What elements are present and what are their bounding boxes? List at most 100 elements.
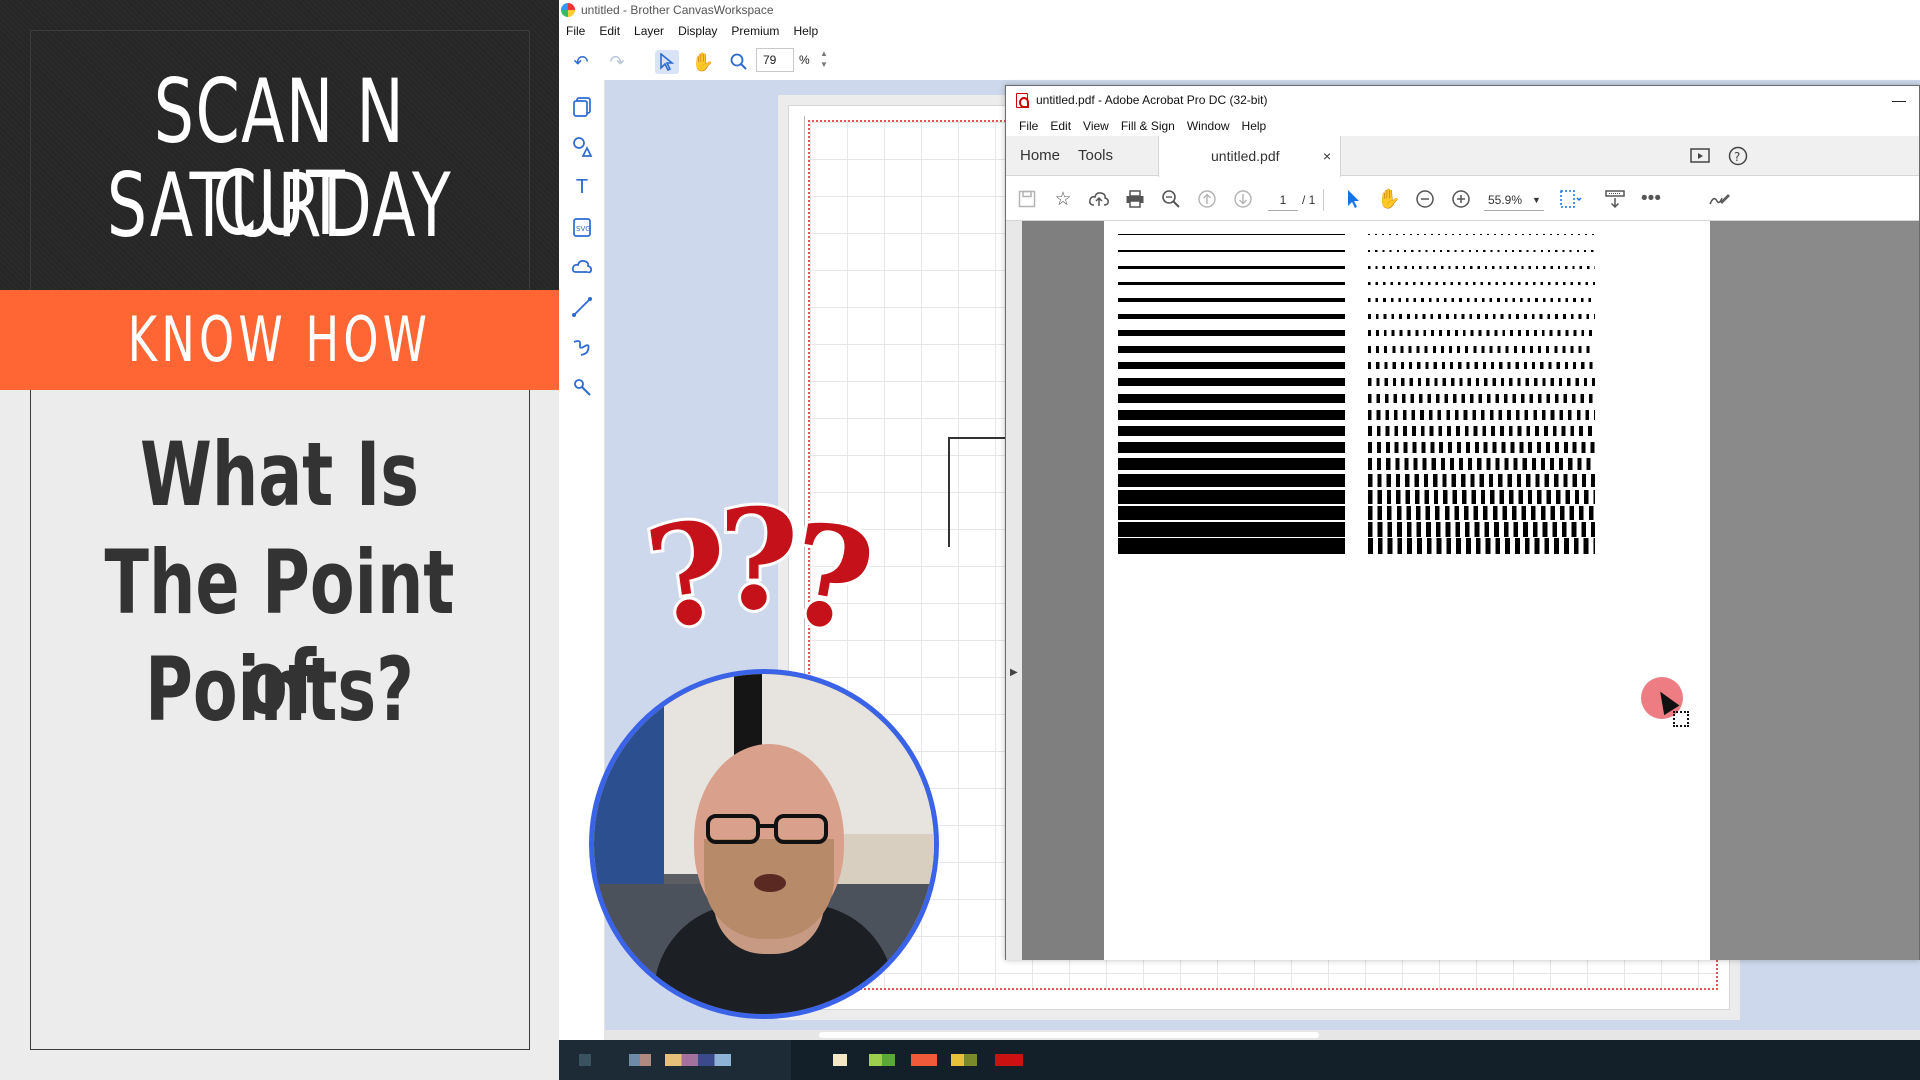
- promo-heading-line3: Points?: [145, 638, 414, 741]
- search-icon[interactable]: [1158, 187, 1184, 211]
- select-icon[interactable]: [655, 50, 679, 74]
- solid-line-sample: [1118, 266, 1345, 269]
- sign-icon[interactable]: [1706, 187, 1732, 211]
- page-fit-icon[interactable]: [1558, 187, 1584, 211]
- solid-line-sample: [1118, 234, 1345, 235]
- share-screen-icon[interactable]: [1688, 144, 1712, 168]
- task-chip: [579, 1054, 591, 1066]
- cw-menu-display[interactable]: Display: [671, 22, 724, 42]
- promo-heading-line1: What Is: [140, 423, 419, 526]
- pen-icon[interactable]: [569, 374, 595, 400]
- cw-menu-layer[interactable]: Layer: [627, 22, 671, 42]
- more-icon[interactable]: •••: [1638, 187, 1664, 211]
- solid-line-sample: [1118, 250, 1345, 252]
- freehand-icon[interactable]: [569, 334, 595, 360]
- scan-icon[interactable]: [1602, 187, 1628, 211]
- svg-text:SVG: SVG: [576, 225, 591, 233]
- acro-menu-file[interactable]: File: [1013, 116, 1044, 136]
- task-chip: [869, 1054, 895, 1066]
- zoom-stepper[interactable]: ▲ ▼: [817, 48, 831, 72]
- screen: SCAN N CUT SATURDAY KNOW HOW What Is The…: [0, 0, 1920, 1080]
- cloud-upload-icon[interactable]: [1086, 187, 1112, 211]
- glasses-bridge: [758, 824, 776, 828]
- print-icon[interactable]: [1122, 187, 1148, 211]
- app-logo-icon: [561, 3, 575, 17]
- bookmark-star-icon[interactable]: ☆: [1050, 187, 1076, 211]
- zoom-in-icon[interactable]: [1448, 187, 1474, 211]
- hand-icon[interactable]: ✋: [691, 50, 715, 74]
- dotted-line-sample: [1368, 250, 1595, 252]
- help-icon[interactable]: ?: [1726, 144, 1750, 168]
- solid-line-sample: [1118, 362, 1345, 370]
- pdf-page: [1104, 221, 1710, 960]
- bottom-taskbar: [559, 1040, 1920, 1080]
- task-chip: [911, 1054, 937, 1066]
- acro-menu-view[interactable]: View: [1077, 116, 1115, 136]
- task-chip: [995, 1054, 1023, 1066]
- dotted-line-sample: [1368, 410, 1595, 420]
- tab-tools[interactable]: Tools: [1078, 136, 1113, 176]
- acro-menu-help[interactable]: Help: [1236, 116, 1273, 136]
- cw-menu-premium[interactable]: Premium: [724, 22, 786, 42]
- next-page-icon[interactable]: [1230, 187, 1256, 211]
- glasses-icon: [774, 814, 828, 844]
- page-number-input[interactable]: 1: [1268, 189, 1298, 211]
- dotted-line-sample: [1368, 490, 1595, 504]
- toolbar-divider: [1323, 189, 1324, 211]
- solid-line-sample: [1118, 394, 1345, 403]
- tab-document-label: untitled.pdf: [1211, 148, 1280, 164]
- acrobat-tabbar: Home Tools untitled.pdf × ?: [1006, 136, 1919, 177]
- solid-line-sample: [1118, 346, 1345, 353]
- undo-icon[interactable]: ↶: [569, 50, 593, 74]
- object-icon[interactable]: [569, 94, 595, 120]
- solid-line-sample: [1118, 474, 1345, 487]
- hand-icon[interactable]: ✋: [1376, 187, 1402, 211]
- cw-menubar: File Edit Layer Display Premium Help: [559, 22, 1920, 42]
- dotted-line-sample: [1368, 378, 1595, 386]
- cloud-icon[interactable]: [569, 254, 595, 280]
- dotted-line-sample: [1368, 394, 1595, 403]
- glasses-icon: [706, 814, 760, 844]
- acro-menu-edit[interactable]: Edit: [1044, 116, 1077, 136]
- zoom-icon[interactable]: [727, 50, 751, 74]
- tab-home[interactable]: Home: [1020, 136, 1060, 176]
- solid-line-sample: [1118, 490, 1345, 504]
- cw-menu-file[interactable]: File: [559, 22, 592, 42]
- solid-line-sample: [1118, 410, 1345, 420]
- acro-menu-fill-sign[interactable]: Fill & Sign: [1115, 116, 1181, 136]
- cw-menu-help[interactable]: Help: [786, 22, 825, 42]
- chevron-down-icon[interactable]: ▼: [1532, 189, 1541, 211]
- task-chip: [629, 1054, 651, 1066]
- solid-line-sample: [1118, 378, 1345, 386]
- dotted-line-sample: [1368, 330, 1595, 336]
- solid-line-sample: [1118, 282, 1345, 286]
- solid-line-sample: [1118, 314, 1345, 319]
- page-total: / 1: [1302, 193, 1316, 207]
- acrobat-window-title: untitled.pdf - Adobe Acrobat Pro DC (32-…: [1036, 93, 1268, 107]
- shapes-icon[interactable]: [569, 134, 595, 160]
- dotted-line-samples: [1368, 234, 1595, 554]
- canvas-shape[interactable]: [948, 437, 1008, 547]
- acrobat-toolbar: ☆ 1 / 1 ✋ 55.9% ▼ •••: [1006, 177, 1919, 221]
- tab-close-icon[interactable]: ×: [1323, 136, 1331, 176]
- text-icon[interactable]: T: [569, 174, 595, 200]
- dotted-line-sample: [1368, 506, 1595, 521]
- line-icon[interactable]: [569, 294, 595, 320]
- left-pane-toggle[interactable]: ▶: [1006, 221, 1022, 960]
- dotted-line-sample: [1368, 426, 1595, 437]
- solid-line-sample: [1118, 458, 1345, 470]
- minimize-icon[interactable]: —: [1892, 92, 1906, 108]
- zoom-out-icon[interactable]: [1412, 187, 1438, 211]
- select-cursor-icon[interactable]: [1340, 187, 1366, 211]
- acro-menu-window[interactable]: Window: [1181, 116, 1236, 136]
- cw-menu-edit[interactable]: Edit: [592, 22, 627, 42]
- tab-document[interactable]: untitled.pdf ×: [1158, 136, 1341, 177]
- prev-page-icon[interactable]: [1194, 187, 1220, 211]
- promo-title-line2: SATURDAY: [106, 154, 453, 257]
- save-icon[interactable]: [1014, 187, 1040, 211]
- chevron-right-icon[interactable]: ▶: [1010, 667, 1018, 678]
- svg-icon[interactable]: SVG: [569, 214, 595, 240]
- horizontal-scrollbar-thumb[interactable]: [819, 1032, 1319, 1038]
- redo-icon[interactable]: ↷: [605, 50, 629, 74]
- zoom-input[interactable]: 79: [756, 48, 794, 72]
